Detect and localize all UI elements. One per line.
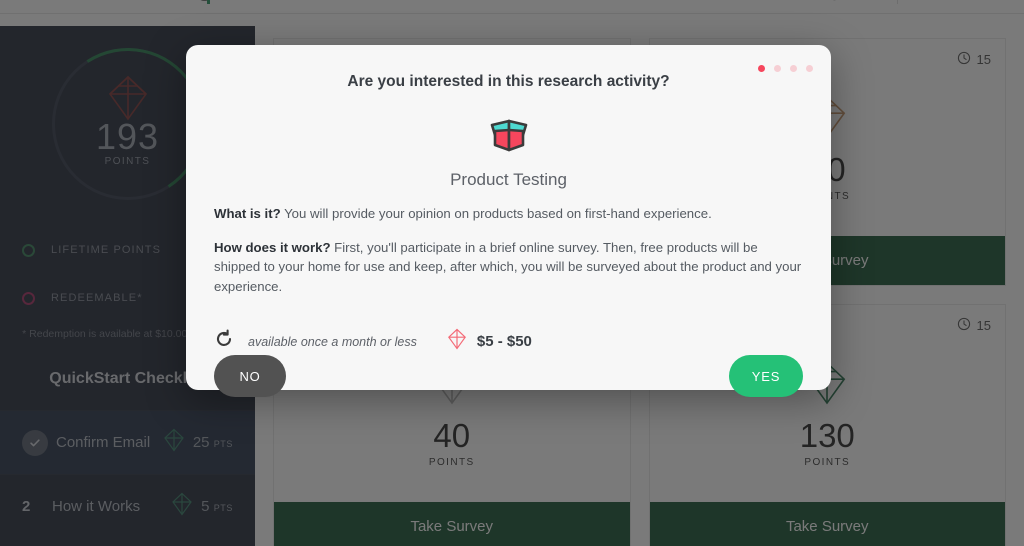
payout-text: $5 - $50 [476,333,532,351]
activity-meta: available once a month or less $5 - $50 [214,328,803,355]
refresh-icon [214,329,234,354]
step-dot-4[interactable] [806,65,813,72]
yes-button[interactable]: YES [729,355,803,398]
frequency-text: available once a month or less [248,334,417,349]
diamond-gem-icon [447,328,467,355]
how-does-it-work-label: How does it work? [214,239,331,255]
research-activity-modal: Are you interested in this research acti… [186,45,831,398]
payout: $5 - $50 [447,328,532,355]
no-button[interactable]: NO [214,355,286,398]
activity-name: Product Testing [450,170,567,189]
step-dot-2[interactable] [774,65,781,72]
app-root: SURVEY JUNKIE MY ACCOUNT [0,0,1024,546]
modal-actions: NO YES [214,355,803,419]
step-dot-3[interactable] [790,65,797,72]
what-is-it-text: You will provide your opinion on product… [280,206,712,221]
how-does-it-work-paragraph: How does it work? First, you'll particip… [214,238,803,297]
what-is-it-paragraph: What is it? You will provide your opinio… [214,204,803,224]
modal-title: Are you interested in this research acti… [347,73,670,90]
what-is-it-label: What is it? [214,206,281,221]
open-box-icon [214,111,803,160]
step-dot-1[interactable] [758,65,765,72]
step-dots [758,65,813,72]
